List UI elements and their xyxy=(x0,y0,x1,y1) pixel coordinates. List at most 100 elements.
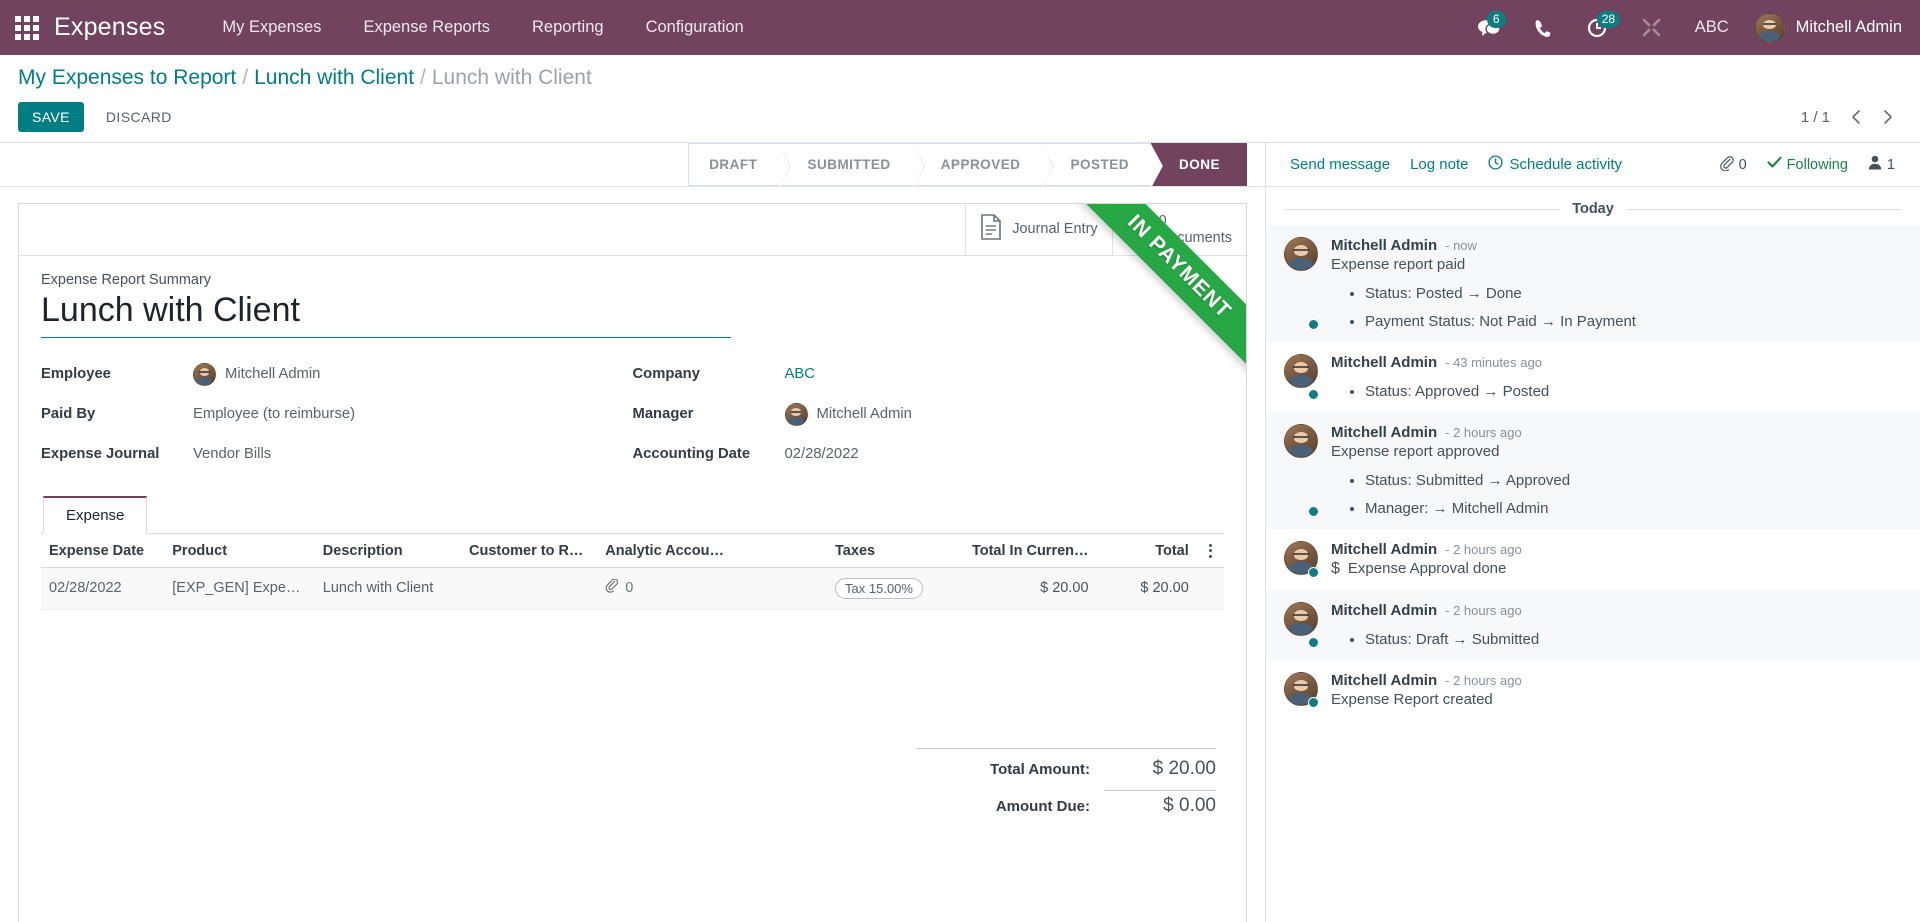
tracking-value: Payment Status: Not Paid → In Payment xyxy=(1365,313,1902,330)
expense-report-name-input[interactable]: Lunch with Client xyxy=(41,290,731,338)
chatter-toolbar-right: 0 Following 1 xyxy=(1710,151,1904,179)
message-header: Mitchell Admin - now xyxy=(1331,237,1902,254)
activity-clock-icon[interactable]: 28 xyxy=(1570,0,1624,55)
smart-button-documents-text: 0 Documents xyxy=(1159,213,1232,245)
list-item[interactable]: Mitchell Admin - 2 hours ago $ Expense A… xyxy=(1266,529,1920,590)
paperclip-icon xyxy=(605,578,619,598)
send-message-button[interactable]: Send message xyxy=(1280,152,1400,177)
value-company[interactable]: ABC xyxy=(785,366,815,382)
employee-name: Mitchell Admin xyxy=(225,366,321,383)
tools-icon[interactable] xyxy=(1624,0,1679,55)
value-expense-journal[interactable]: Vendor Bills xyxy=(193,446,271,462)
message-text: Expense report paid xyxy=(1331,256,1466,273)
message-body: Mitchell Admin - now Expense report paid… xyxy=(1331,237,1902,330)
app-brand-expenses[interactable]: Expenses xyxy=(54,13,165,42)
smart-button-documents[interactable]: 0 Documents xyxy=(1111,204,1246,255)
following-button[interactable]: Following xyxy=(1758,152,1857,177)
cell-description[interactable]: Lunch with Client xyxy=(314,567,462,610)
breadcrumb-separator-2: / xyxy=(420,66,426,89)
cell-analytic-account[interactable]: 0 xyxy=(597,567,828,610)
expense-lines-body: 02/28/2022 [EXP_GEN] Expe… Lunch with Cl… xyxy=(41,567,1224,610)
cell-total[interactable]: $ 20.00 xyxy=(1096,567,1197,610)
th-analytic-account[interactable]: Analytic Accou… xyxy=(597,533,828,568)
pager-next-icon[interactable] xyxy=(1874,103,1902,131)
documents-icon xyxy=(1127,214,1149,245)
th-description[interactable]: Description xyxy=(314,533,462,568)
message-body: Mitchell Admin - 2 hours ago Expense rep… xyxy=(1331,424,1902,517)
th-taxes[interactable]: Taxes xyxy=(827,533,951,568)
menu-item-my-expenses[interactable]: My Expenses xyxy=(201,0,342,55)
apps-menu-icon[interactable] xyxy=(10,11,44,45)
value-paid-by[interactable]: Employee (to reimburse) xyxy=(193,406,355,422)
notebook: Expense Expense Date Product Description… xyxy=(41,495,1224,822)
navbar-systray: 6 28 ABC Mitchell Admin xyxy=(1460,0,1902,55)
message-tracking-list: Status: Draft → Submitted xyxy=(1331,631,1902,648)
th-total[interactable]: Total xyxy=(1096,533,1197,568)
menu-item-expense-reports[interactable]: Expense Reports xyxy=(342,0,511,55)
avatar xyxy=(1284,602,1318,636)
schedule-activity-button[interactable]: Schedule activity xyxy=(1478,151,1632,178)
smart-button-journal-entry[interactable]: Journal Entry xyxy=(965,204,1111,255)
list-item[interactable]: Mitchell Admin - 2 hours ago Status: Dra… xyxy=(1266,590,1920,660)
log-note-button[interactable]: Log note xyxy=(1400,152,1478,177)
status-approved[interactable]: APPROVED xyxy=(912,143,1055,188)
smart-button-journal-entry-label: Journal Entry xyxy=(1012,221,1098,238)
tracking-value: Manager: → Mitchell Admin xyxy=(1365,500,1902,517)
sheet-inner: Expense Report Summary Lunch with Client… xyxy=(19,256,1246,822)
user-menu[interactable]: Mitchell Admin xyxy=(1745,12,1902,43)
discard-button[interactable]: DISCARD xyxy=(92,102,186,132)
empty-rows-area xyxy=(41,610,1224,738)
dollar-icon: $ xyxy=(1331,560,1340,577)
message-avatar-wrap xyxy=(1284,602,1319,648)
attachments-counter[interactable]: 0 xyxy=(1710,151,1756,179)
tab-expense[interactable]: Expense xyxy=(43,495,148,534)
expense-lines-header: Expense Date Product Description Custome… xyxy=(41,533,1224,568)
company-switcher[interactable]: ABC xyxy=(1679,18,1745,37)
cell-customer-to-reinvoice[interactable] xyxy=(461,567,598,610)
cell-expense-date[interactable]: 02/28/2022 xyxy=(41,567,165,610)
main-menu: My Expenses Expense Reports Reporting Co… xyxy=(201,0,764,55)
tracking-value: Status: Posted → Done xyxy=(1365,285,1902,302)
menu-item-reporting[interactable]: Reporting xyxy=(511,0,625,55)
value-employee[interactable]: Mitchell Admin xyxy=(193,362,321,386)
status-draft[interactable]: DRAFT xyxy=(688,143,792,188)
cell-taxes[interactable]: Tax 15.00% xyxy=(827,567,951,610)
cell-product[interactable]: [EXP_GEN] Expe… xyxy=(164,567,315,610)
list-item[interactable]: Mitchell Admin - 2 hours ago Expense Rep… xyxy=(1266,660,1920,720)
amount-due-row: Amount Due: $ 0.00 xyxy=(916,785,1216,822)
save-button[interactable]: SAVE xyxy=(18,102,84,132)
column-options-icon[interactable] xyxy=(1205,543,1216,558)
th-customer-to-reinvoice[interactable]: Customer to R… xyxy=(461,533,598,568)
value-accounting-date[interactable]: 02/28/2022 xyxy=(785,446,859,462)
message-header: Mitchell Admin - 2 hours ago xyxy=(1331,602,1902,619)
th-total-in-currency[interactable]: Total In Curren… xyxy=(950,533,1097,568)
table-row[interactable]: 02/28/2022 [EXP_GEN] Expe… Lunch with Cl… xyxy=(41,567,1224,610)
message-thread[interactable]: Today Mitchell Admin - now Expense repor… xyxy=(1266,187,1920,922)
breadcrumb-parent[interactable]: Lunch with Client xyxy=(254,63,414,93)
message-timestamp: - now xyxy=(1445,238,1477,253)
list-item[interactable]: Mitchell Admin - now Expense report paid… xyxy=(1266,225,1920,342)
messages-icon[interactable]: 6 xyxy=(1460,0,1518,55)
value-manager[interactable]: Mitchell Admin xyxy=(784,402,912,426)
amount-due-label: Amount Due: xyxy=(995,797,1090,815)
message-timestamp: - 2 hours ago xyxy=(1445,603,1522,618)
phone-icon[interactable] xyxy=(1518,0,1570,55)
field-row-manager: Manager Mitchell Admin xyxy=(633,400,1225,429)
status-done[interactable]: DONE xyxy=(1150,143,1247,186)
list-item[interactable]: Mitchell Admin - 43 minutes ago Status: … xyxy=(1266,342,1920,412)
message-header: Mitchell Admin - 43 minutes ago xyxy=(1331,354,1902,371)
status-posted[interactable]: POSTED xyxy=(1042,143,1163,188)
field-row-paid-by: Paid By Employee (to reimburse) xyxy=(41,400,633,429)
list-item[interactable]: Mitchell Admin - 2 hours ago Expense rep… xyxy=(1266,412,1920,529)
pager-previous-icon[interactable] xyxy=(1842,103,1870,131)
menu-item-configuration[interactable]: Configuration xyxy=(625,0,765,55)
th-product[interactable]: Product xyxy=(164,533,315,568)
status-submitted[interactable]: SUBMITTED xyxy=(779,143,925,188)
form-group-right: Company ABC Manager Mitchell Admin Accou… xyxy=(633,360,1225,480)
th-expense-date[interactable]: Expense Date xyxy=(41,533,165,568)
breadcrumb-root[interactable]: My Expenses to Report xyxy=(18,63,236,93)
avatar xyxy=(1284,424,1318,458)
cell-total-in-currency[interactable]: $ 20.00 xyxy=(950,567,1097,610)
attachment-count: 0 xyxy=(625,580,634,597)
followers-counter[interactable]: 1 xyxy=(1859,151,1904,178)
